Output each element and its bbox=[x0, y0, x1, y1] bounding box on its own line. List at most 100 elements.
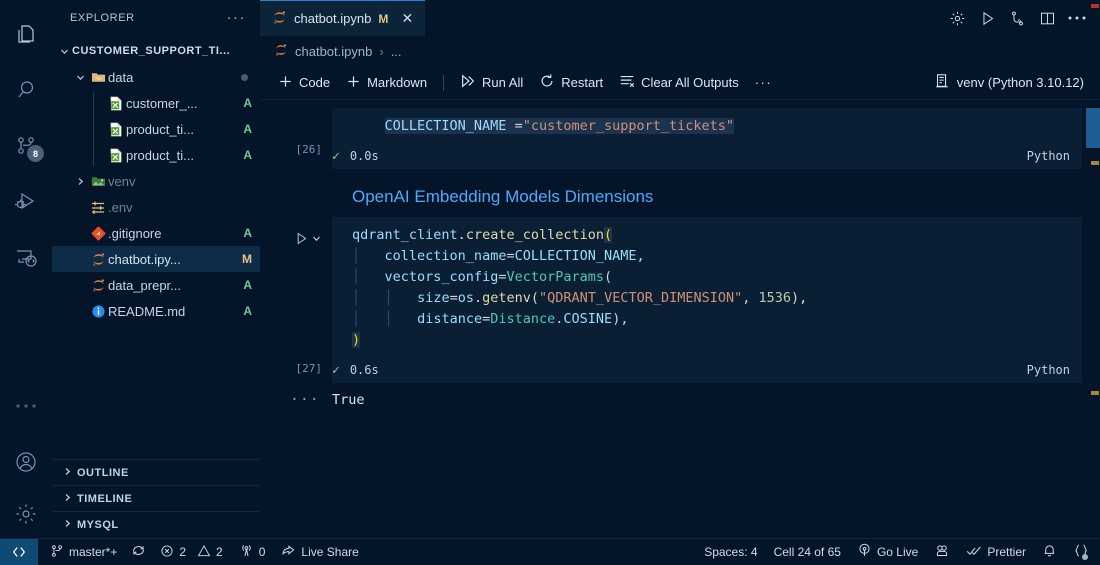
sidebar-item-chatbot-ipynb[interactable]: chatbot.ipy... M bbox=[52, 246, 260, 272]
cell-editor[interactable]: COLLECTION_NAME ="customer_support_ticke… bbox=[332, 108, 1082, 169]
tree-root-customer-support[interactable]: CUSTOMER_SUPPORT_TI... bbox=[52, 38, 260, 64]
run-icon[interactable] bbox=[972, 0, 1002, 36]
sidebar-section-timeline[interactable]: TIMELINE bbox=[52, 486, 260, 512]
activity-item-source-control[interactable]: 8 bbox=[0, 118, 52, 174]
breadcrumb[interactable]: chatbot.ipynb › ... bbox=[260, 36, 1100, 66]
cell-language-label[interactable]: Python bbox=[1027, 149, 1070, 163]
activity-item-additional-views[interactable] bbox=[0, 378, 52, 434]
sidebar: EXPLORER ··· CUSTOMER_SUPPORT_TI... data… bbox=[52, 0, 260, 538]
sidebar-item-readme[interactable]: README.md A bbox=[52, 298, 260, 324]
notebook-more-actions[interactable]: ··· bbox=[747, 70, 781, 96]
editor-actions bbox=[933, 0, 1100, 36]
sidebar-section-outline[interactable]: OUTLINE bbox=[52, 460, 260, 486]
sidebar-item-data-preprocessing[interactable]: data_prepr... A bbox=[52, 272, 260, 298]
ellipsis-icon: ··· bbox=[754, 75, 773, 90]
status-jupyter-variables[interactable] bbox=[926, 539, 958, 565]
output-more-icon[interactable]: ··· bbox=[260, 392, 332, 408]
git-file-icon bbox=[88, 226, 108, 241]
status-notifications[interactable] bbox=[1034, 539, 1065, 565]
close-icon[interactable]: ✕ bbox=[399, 10, 415, 27]
braces-icon bbox=[1073, 543, 1088, 561]
sidebar-item-customer-csv[interactable]: customer_... A bbox=[52, 90, 260, 116]
sidebar-title: EXPLORER bbox=[70, 12, 135, 24]
sidebar-header: EXPLORER ··· bbox=[52, 0, 260, 36]
plus-icon bbox=[346, 74, 361, 92]
scrollbar-thumb[interactable] bbox=[1086, 108, 1100, 148]
ruler-mark-find bbox=[1091, 161, 1099, 165]
status-branch-label: master*+ bbox=[69, 545, 118, 559]
chevron-right-icon bbox=[62, 466, 73, 480]
cell-language-label[interactable]: Python bbox=[1027, 363, 1070, 377]
jupyter-file-icon bbox=[88, 278, 108, 293]
clear-all-outputs-button[interactable]: Clear All Outputs bbox=[611, 70, 747, 96]
sidebar-section-mysql[interactable]: MYSQL bbox=[52, 512, 260, 538]
status-indentation[interactable]: Spaces: 4 bbox=[696, 539, 765, 565]
status-problems[interactable]: 2 2 bbox=[152, 539, 230, 565]
activity-item-run-and-debug[interactable] bbox=[0, 174, 52, 230]
kernel-selector[interactable]: venv (Python 3.10.12) bbox=[934, 73, 1088, 92]
cell-source[interactable]: qdrant_client.create_collection( │ colle… bbox=[332, 217, 1082, 357]
error-icon bbox=[160, 544, 174, 561]
sidebar-item-data[interactable]: data bbox=[52, 64, 260, 90]
status-cell-position[interactable]: Cell 24 of 65 bbox=[766, 539, 849, 565]
activity-item-accounts[interactable] bbox=[0, 434, 52, 490]
remote-window-icon[interactable] bbox=[0, 538, 38, 565]
status-prettier-label: Prettier bbox=[987, 545, 1026, 559]
ellipsis-icon bbox=[15, 402, 37, 410]
status-live-share[interactable]: Live Share bbox=[273, 539, 366, 565]
sidebar-section-label: MYSQL bbox=[77, 519, 119, 531]
sidebar-item-label: data_prepr... bbox=[108, 277, 181, 293]
breadcrumb-separator: › bbox=[379, 43, 384, 59]
chevron-down-icon[interactable] bbox=[311, 233, 322, 247]
folder-data-icon bbox=[88, 70, 108, 85]
sidebar-item-product-ti-2[interactable]: product_ti... A bbox=[52, 142, 260, 168]
chevron-down-icon bbox=[72, 72, 88, 83]
sidebar-item-gitignore[interactable]: .gitignore A bbox=[52, 220, 260, 246]
activity-item-search[interactable] bbox=[0, 62, 52, 118]
source-control-badge: 8 bbox=[27, 145, 44, 162]
breadcrumb-file[interactable]: chatbot.ipynb bbox=[295, 44, 372, 59]
settings-gear-icon[interactable] bbox=[942, 0, 972, 36]
cell-editor[interactable]: qdrant_client.create_collection( │ colle… bbox=[332, 217, 1082, 383]
notebook-cell-26: [26] COLLECTION_NAME ="customer_support_… bbox=[260, 108, 1100, 169]
notebook-cell-markdown: OpenAI Embedding Models Dimensions bbox=[260, 169, 1100, 217]
chevron-right-icon bbox=[72, 176, 88, 187]
radio-tower-icon bbox=[239, 543, 254, 561]
jupyter-file-icon bbox=[272, 10, 287, 28]
status-ports-count: 0 bbox=[258, 545, 266, 559]
activity-item-remote-explorer[interactable] bbox=[0, 230, 52, 286]
tab-bar-filler bbox=[425, 0, 933, 36]
status-go-live[interactable]: Go Live bbox=[849, 539, 926, 565]
sidebar-item-env[interactable]: .env bbox=[52, 194, 260, 220]
activity-item-explorer[interactable] bbox=[0, 6, 52, 62]
sidebar-item-product-ti-1[interactable]: product_ti... A bbox=[52, 116, 260, 142]
breadcrumb-tail[interactable]: ... bbox=[391, 44, 402, 59]
cell-run-button[interactable] bbox=[288, 217, 322, 249]
source-control-icon[interactable] bbox=[1002, 0, 1032, 36]
git-status-badge: A bbox=[243, 226, 252, 240]
sidebar-more-actions[interactable]: ··· bbox=[227, 10, 247, 25]
status-branch[interactable]: master*+ bbox=[38, 539, 125, 565]
status-extension[interactable] bbox=[1065, 539, 1100, 565]
status-sync[interactable] bbox=[125, 539, 152, 565]
markdown-heading[interactable]: OpenAI Embedding Models Dimensions bbox=[332, 169, 1082, 217]
git-status-badge: M bbox=[242, 252, 252, 266]
activity-item-manage[interactable] bbox=[0, 490, 52, 538]
run-debug-icon bbox=[13, 189, 39, 215]
jupyter-file-icon bbox=[88, 252, 108, 267]
split-editor-icon[interactable] bbox=[1032, 0, 1062, 36]
status-ports[interactable]: 0 bbox=[231, 539, 274, 565]
add-code-cell-button[interactable]: Code bbox=[270, 70, 338, 96]
info-file-icon bbox=[88, 304, 108, 319]
add-markdown-cell-button[interactable]: Markdown bbox=[338, 70, 435, 96]
restart-button[interactable]: Restart bbox=[531, 70, 611, 96]
tab-dirty-marker: M bbox=[378, 11, 389, 26]
run-all-button[interactable]: Run All bbox=[452, 70, 531, 96]
sidebar-item-venv[interactable]: venv bbox=[52, 168, 260, 194]
cell-source[interactable]: COLLECTION_NAME ="customer_support_ticke… bbox=[332, 108, 1082, 143]
toolbar-divider bbox=[443, 74, 445, 91]
tab-chatbot-ipynb[interactable]: chatbot.ipynb M ✕ bbox=[260, 0, 426, 36]
status-prettier[interactable]: Prettier bbox=[958, 539, 1034, 565]
sidebar-item-label: .gitignore bbox=[108, 225, 162, 241]
notebook-scrollbar[interactable] bbox=[1086, 0, 1100, 538]
